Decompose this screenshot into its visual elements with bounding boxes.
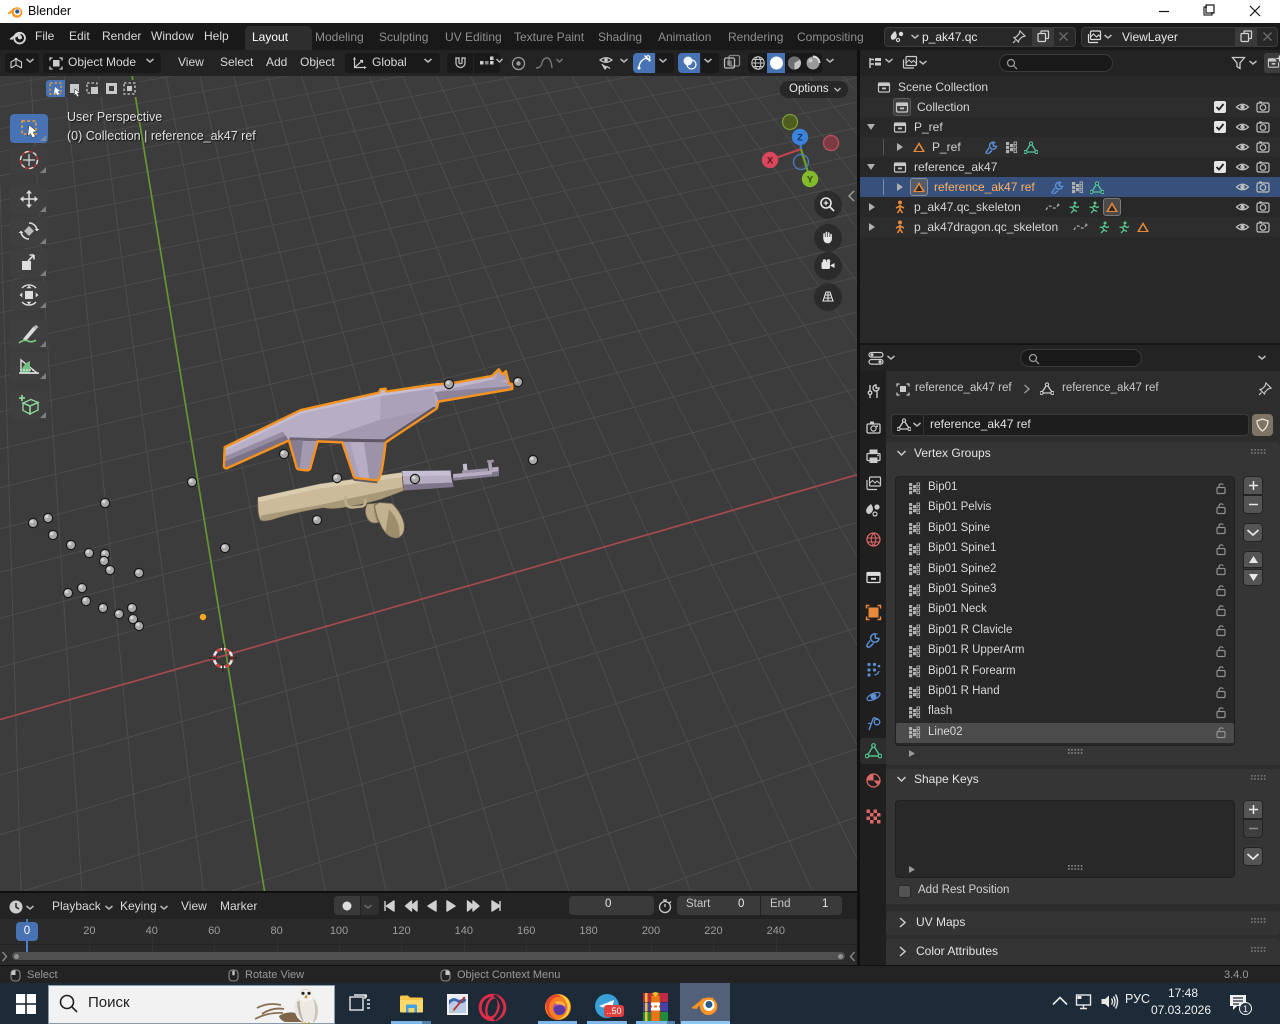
svg-text:Z: Z [797, 133, 803, 144]
svg-text:Y: Y [807, 175, 814, 186]
svg-text:X: X [767, 156, 774, 167]
